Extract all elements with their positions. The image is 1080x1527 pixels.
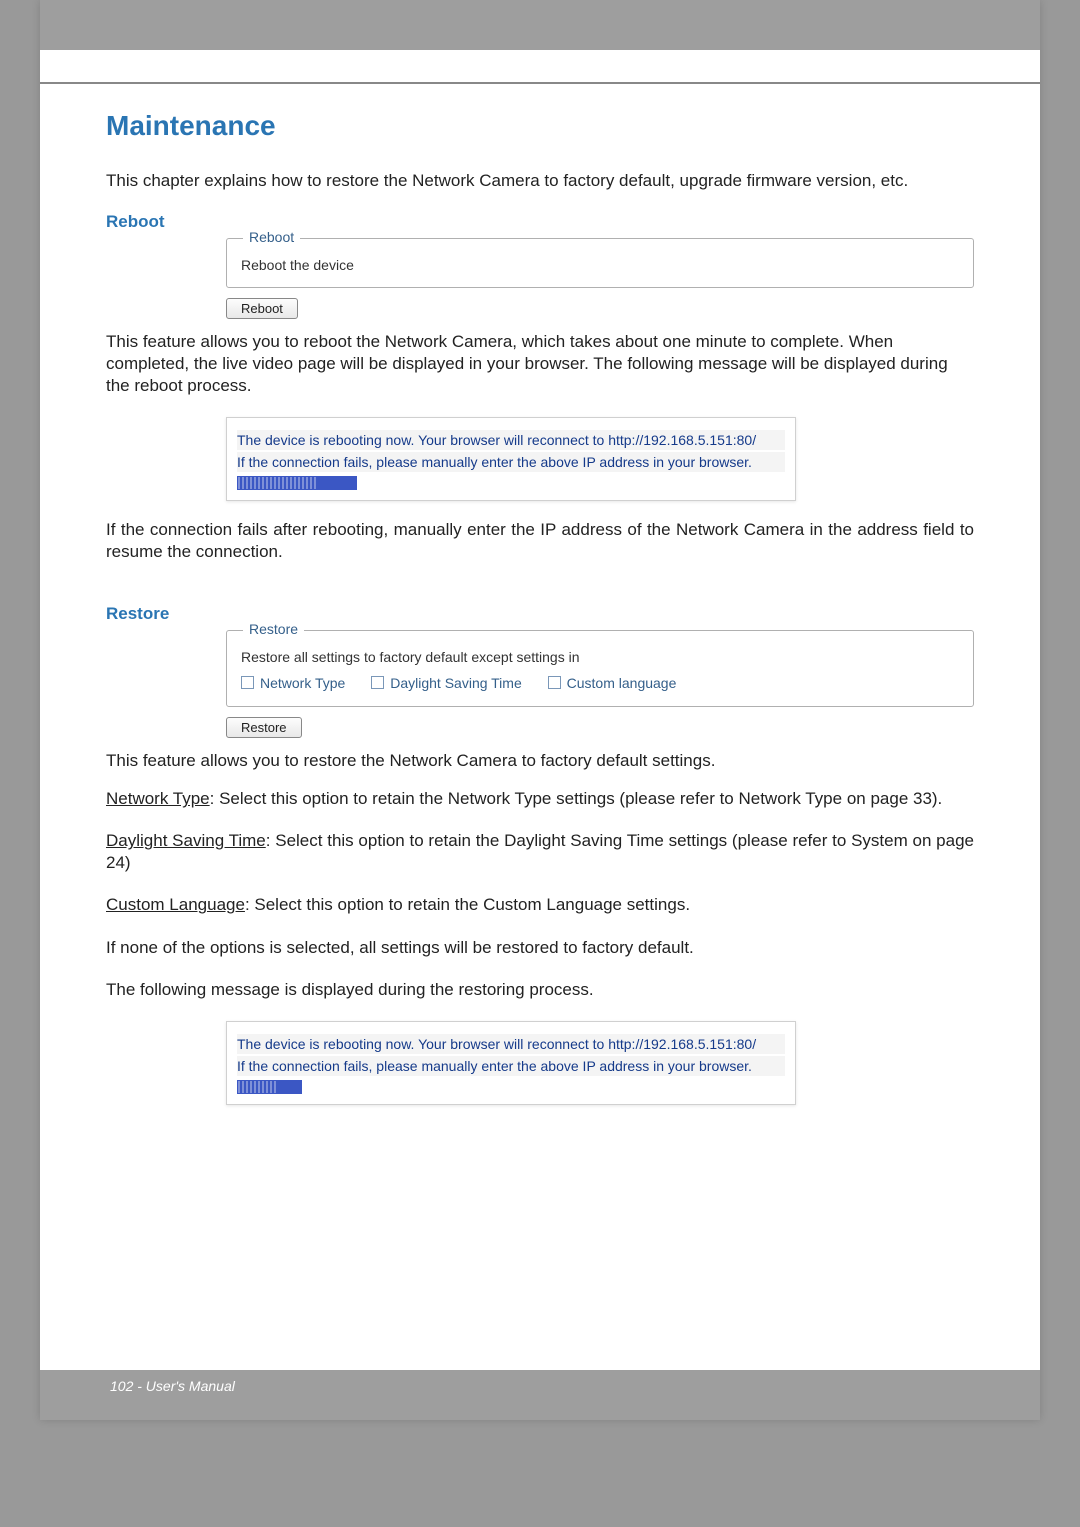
reboot-progress (237, 476, 357, 490)
restore-msg-line1: The device is rebooting now. Your browse… (237, 1034, 785, 1054)
reboot-heading: Reboot (106, 212, 974, 232)
reboot-panel: Reboot Reboot the device (226, 238, 974, 288)
reboot-tail-text: If the connection fails after rebooting,… (106, 519, 974, 563)
brand-label: VIVOTEK (110, 58, 184, 76)
restore-msg-intro: The following message is displayed durin… (106, 979, 974, 1001)
restore-opt3-label: Custom language (567, 675, 677, 691)
restore-network-para: Network Type: Select this option to reta… (106, 788, 974, 810)
reboot-desc: Reboot the device (241, 257, 959, 273)
restore-lang-para: Custom Language: Select this option to r… (106, 894, 974, 916)
checkbox-icon (371, 676, 384, 689)
restore-desc: Restore all settings to factory default … (241, 649, 959, 665)
reboot-button[interactable]: Reboot (226, 298, 298, 319)
restore-message-box: The device is rebooting now. Your browse… (226, 1021, 796, 1105)
restore-dst-para: Daylight Saving Time: Select this option… (106, 830, 974, 874)
intro-text: This chapter explains how to restore the… (106, 170, 974, 192)
restore-none-para: If none of the options is selected, all … (106, 937, 974, 959)
reboot-legend: Reboot (243, 229, 300, 245)
restore-opt-lang[interactable]: Custom language (548, 675, 677, 691)
reboot-after-text: This feature allows you to reboot the Ne… (106, 331, 974, 397)
checkbox-icon (241, 676, 254, 689)
restore-progress (237, 1080, 302, 1094)
restore-after-text: This feature allows you to restore the N… (106, 750, 974, 772)
page-title: Maintenance (106, 110, 974, 142)
reboot-msg-line1: The device is rebooting now. Your browse… (237, 430, 785, 450)
restore-opt1-label: Network Type (260, 675, 345, 691)
restore-msg-line2: If the connection fails, please manually… (237, 1056, 785, 1076)
restore-legend: Restore (243, 621, 304, 637)
restore-heading: Restore (106, 604, 974, 624)
page-footer: 102 - User's Manual (110, 1378, 235, 1394)
reboot-msg-line2: If the connection fails, please manually… (237, 452, 785, 472)
checkbox-icon (548, 676, 561, 689)
restore-opt2-label: Daylight Saving Time (390, 675, 522, 691)
restore-opt-dst[interactable]: Daylight Saving Time (371, 675, 522, 691)
restore-panel: Restore Restore all settings to factory … (226, 630, 974, 708)
header-rule (40, 82, 1040, 84)
restore-opt-network[interactable]: Network Type (241, 675, 345, 691)
reboot-message-box: The device is rebooting now. Your browse… (226, 417, 796, 501)
restore-button[interactable]: Restore (226, 717, 302, 738)
